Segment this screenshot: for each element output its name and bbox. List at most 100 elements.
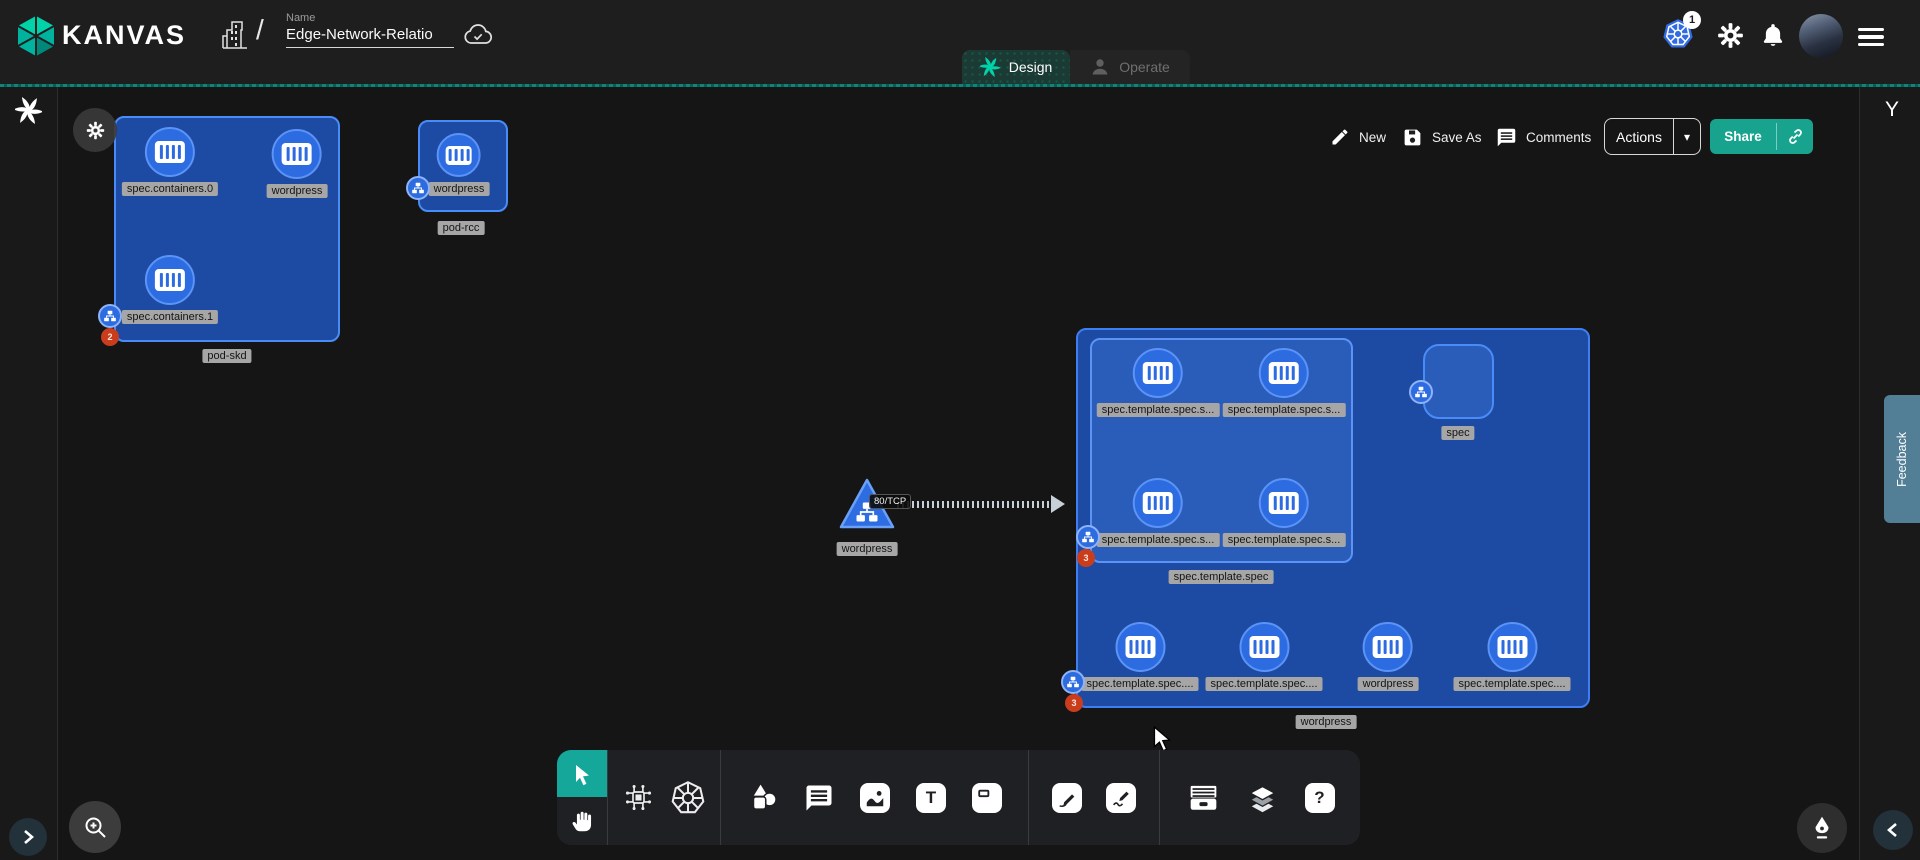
kubernetes-tool[interactable]	[670, 780, 706, 816]
panel-tools: ?	[1160, 750, 1360, 845]
circuit-icon	[622, 781, 655, 814]
ink-pen-button[interactable]	[1797, 803, 1847, 853]
container-icon	[1259, 478, 1309, 528]
pod-icon[interactable]	[1076, 525, 1100, 549]
edge-arrowhead-icon	[1051, 495, 1065, 513]
kanvas-spinner-icon[interactable]	[15, 97, 42, 124]
shapes-tool[interactable]	[747, 782, 778, 813]
pod-icon[interactable]	[406, 176, 430, 200]
dock-handle-icon[interactable]: Y	[1878, 98, 1906, 122]
zoom-in-magnifier-icon	[82, 814, 108, 840]
container-icon	[272, 129, 322, 179]
tab-design-label: Design	[1009, 59, 1053, 75]
question-glyph: ?	[1314, 788, 1324, 808]
operate-person-icon	[1090, 57, 1110, 77]
container-icon	[1363, 622, 1413, 672]
comments-button[interactable]: Comments	[1496, 119, 1591, 155]
cursor-arrow-icon	[570, 762, 594, 786]
container-icon	[1239, 622, 1289, 672]
node-label: spec.template.spec....	[1082, 677, 1199, 691]
canvas-top-accent	[0, 84, 1920, 87]
help-tool[interactable]: ?	[1305, 783, 1335, 813]
tab-design[interactable]: Design	[962, 50, 1070, 84]
user-avatar[interactable]	[1799, 14, 1843, 58]
cloud-saved-icon	[462, 22, 494, 46]
design-name-input[interactable]: Edge-Network-Relatio	[286, 26, 454, 48]
spec-node-label: spec	[1441, 426, 1474, 440]
container-icon	[1115, 622, 1165, 672]
edge-port-label: 80/TCP	[869, 494, 911, 509]
container-icon	[1487, 622, 1537, 672]
canvas-toolbar: T	[557, 750, 1360, 845]
freehand-tool[interactable]	[1106, 783, 1136, 813]
tab-operate[interactable]: Operate	[1070, 50, 1190, 84]
error-badge[interactable]: 3	[1077, 549, 1095, 567]
kubernetes-helm-icon	[670, 780, 706, 816]
container-node[interactable]: spec.template.spec.s...	[1097, 478, 1220, 547]
annotation-tools: T	[721, 750, 1028, 845]
components-tool[interactable]	[622, 781, 655, 814]
chevron-left-icon	[1886, 822, 1900, 838]
service-edge[interactable]	[897, 501, 1053, 508]
copy-link-icon[interactable]	[1777, 119, 1813, 154]
text-tool-glyph: T	[926, 788, 936, 808]
design-spiral-icon	[980, 57, 1000, 77]
layers-tool[interactable]	[1246, 781, 1279, 814]
node-label: wordpress	[267, 184, 328, 198]
container-node[interactable]: spec.template.spec....	[1454, 622, 1571, 691]
container-node[interactable]: wordpress	[429, 133, 490, 196]
comment-tool[interactable]	[804, 783, 834, 813]
new-button[interactable]: New	[1330, 119, 1386, 155]
pen-tool[interactable]	[1052, 783, 1082, 813]
organization-icon[interactable]	[220, 20, 248, 50]
kanvas-logo-icon[interactable]	[16, 15, 56, 57]
brand-wordmark: KANVAS	[62, 20, 186, 51]
save-as-label: Save As	[1432, 130, 1482, 145]
context-count-badge: 1	[1683, 11, 1701, 29]
node-label: spec.template.spec....	[1206, 677, 1323, 691]
actions-button[interactable]: Actions ▾	[1604, 118, 1701, 155]
feedback-tab[interactable]: Feedback	[1884, 395, 1920, 523]
share-button[interactable]: Share	[1710, 119, 1813, 154]
container-node[interactable]: spec.template.spec.s...	[1223, 348, 1346, 417]
container-node[interactable]: spec.containers.1	[122, 255, 218, 324]
container-icon	[145, 127, 195, 177]
comment-icon	[1496, 127, 1517, 148]
container-node[interactable]: spec.template.spec....	[1206, 622, 1323, 691]
select-tool[interactable]	[557, 750, 607, 797]
container-node[interactable]: spec.template.spec.s...	[1097, 348, 1220, 417]
notifications-bell-icon[interactable]	[1760, 22, 1786, 49]
save-as-button[interactable]: Save As	[1402, 119, 1482, 155]
drawer-archive-icon	[1186, 781, 1221, 814]
container-node[interactable]: spec.containers.0	[122, 127, 218, 196]
pod-icon[interactable]	[1409, 380, 1433, 404]
collapse-right-panel-button[interactable]	[1873, 810, 1913, 850]
hand-icon	[570, 808, 595, 834]
container-node[interactable]: wordpress	[267, 129, 328, 198]
deployment-icon[interactable]	[1061, 670, 1085, 694]
image-tool[interactable]	[860, 783, 890, 813]
pod-icon[interactable]	[98, 304, 122, 328]
drawer-tool[interactable]	[1186, 781, 1221, 814]
component-tools	[608, 750, 720, 845]
pan-tool[interactable]	[557, 797, 607, 845]
container-node[interactable]: wordpress	[1358, 622, 1419, 691]
container-icon	[1133, 348, 1183, 398]
node-label: spec.template.spec.s...	[1097, 533, 1220, 547]
zoom-button[interactable]	[69, 801, 121, 853]
settings-gear-icon[interactable]	[1717, 22, 1744, 49]
pen-nib-icon	[1809, 815, 1835, 842]
error-badge[interactable]: 2	[101, 328, 119, 346]
spec-node[interactable]	[1423, 344, 1494, 419]
container-node[interactable]: spec.template.spec....	[1082, 622, 1199, 691]
container-icon	[1259, 348, 1309, 398]
text-tool[interactable]: T	[916, 783, 946, 813]
caret-down-icon[interactable]: ▾	[1674, 119, 1700, 154]
note-tool[interactable]	[972, 783, 1002, 813]
error-badge[interactable]: 3	[1065, 694, 1083, 712]
menu-hamburger-icon[interactable]	[1858, 28, 1884, 46]
expand-left-panel-button[interactable]	[9, 818, 47, 856]
container-node[interactable]: spec.template.spec.s...	[1223, 478, 1346, 547]
node-config-gear-icon[interactable]	[73, 108, 117, 152]
image-icon	[864, 787, 886, 809]
